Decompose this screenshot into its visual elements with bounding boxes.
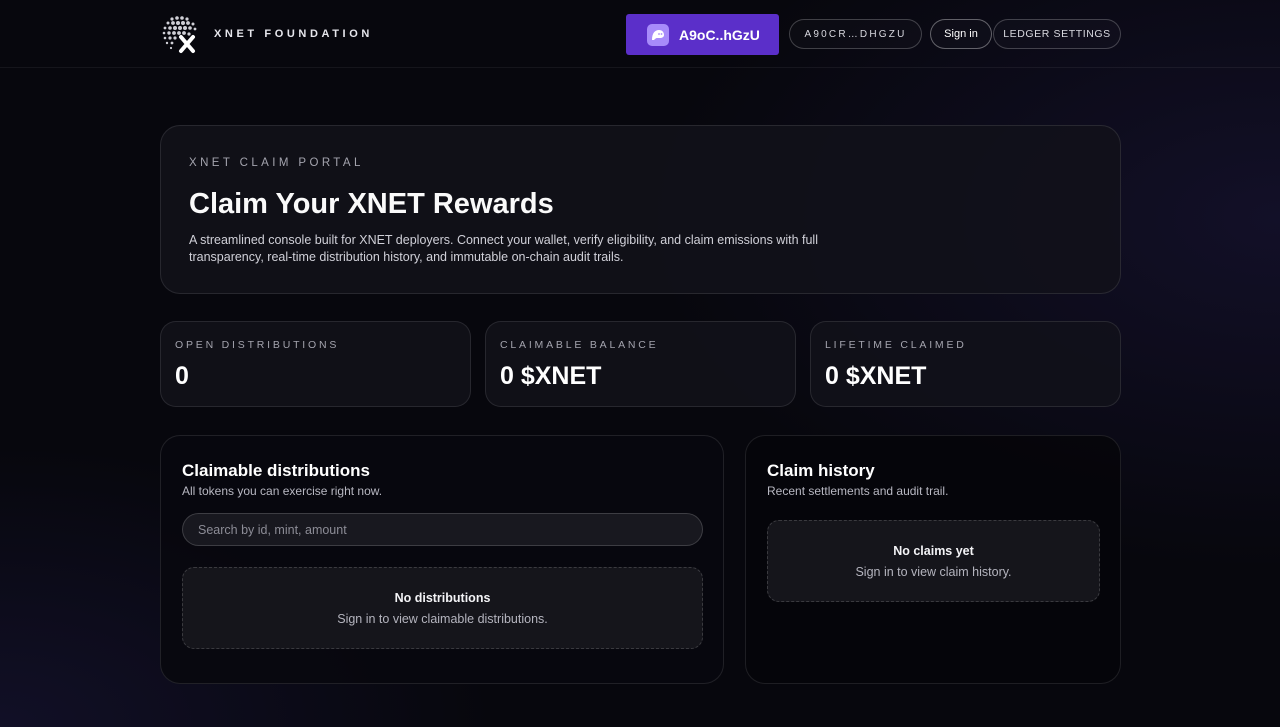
sign-in-button[interactable]: Sign in xyxy=(930,19,992,49)
stat-value: 0 xyxy=(175,362,189,390)
empty-state: No distributions Sign in to view claimab… xyxy=(182,567,703,649)
stat-claimable-balance: CLAIMABLE BALANCE 0 $XNET xyxy=(485,321,796,407)
brand[interactable]: XNET FOUNDATION xyxy=(160,13,373,55)
empty-state-title: No claims yet xyxy=(893,544,974,558)
stat-value: 0 $XNET xyxy=(500,362,602,390)
panel-title: Claimable distributions xyxy=(182,461,370,480)
phantom-ghost-icon xyxy=(647,23,669,46)
panel-subtitle: Recent settlements and audit trail. xyxy=(767,484,949,498)
empty-state-title: No distributions xyxy=(394,591,491,605)
search-input[interactable] xyxy=(182,513,703,546)
stat-value: 0 $XNET xyxy=(825,362,927,390)
empty-state: No claims yet Sign in to view claim hist… xyxy=(767,520,1100,602)
stat-open-distributions: OPEN DISTRIBUTIONS 0 xyxy=(160,321,471,407)
stat-label: LIFETIME CLAIMED xyxy=(825,339,967,351)
hero-eyebrow: XNET CLAIM PORTAL xyxy=(189,157,364,169)
stat-label: OPEN DISTRIBUTIONS xyxy=(175,339,340,351)
wallet-connect-button[interactable]: A9oC..hGzU xyxy=(626,14,779,55)
wallet-address-label: A9oC..hGzU xyxy=(679,26,760,43)
ledger-settings-button[interactable]: LEDGER SETTINGS xyxy=(993,19,1121,49)
panel-subtitle: All tokens you can exercise right now. xyxy=(182,484,383,498)
top-bar: XNET FOUNDATION A9oC..hGzU A90CR…DHGZU S… xyxy=(0,0,1280,68)
hero-description: A streamlined console built for XNET dep… xyxy=(189,233,818,264)
xnet-logo-icon xyxy=(160,13,202,55)
page-title: Claim Your XNET Rewards xyxy=(189,188,554,220)
hero-card: XNET CLAIM PORTAL Claim Your XNET Reward… xyxy=(160,125,1121,294)
stat-label: CLAIMABLE BALANCE xyxy=(500,339,659,351)
panel-title: Claim history xyxy=(767,461,875,480)
claimable-distributions-panel: Claimable distributions All tokens you c… xyxy=(160,435,724,684)
brand-name: XNET FOUNDATION xyxy=(214,28,373,40)
address-pill[interactable]: A90CR…DHGZU xyxy=(789,19,922,49)
stat-lifetime-claimed: LIFETIME CLAIMED 0 $XNET xyxy=(810,321,1121,407)
empty-state-message: Sign in to view claim history. xyxy=(855,565,1012,579)
empty-state-message: Sign in to view claimable distributions. xyxy=(337,612,548,626)
claim-history-panel: Claim history Recent settlements and aud… xyxy=(745,435,1121,684)
